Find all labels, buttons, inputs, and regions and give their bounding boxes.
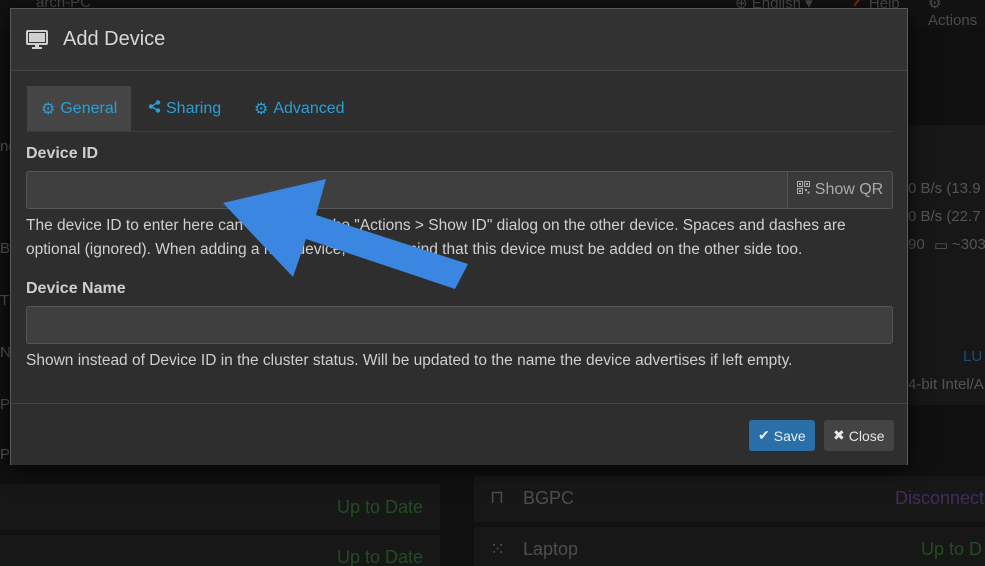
annotation-arrow-icon: [223, 179, 468, 289]
